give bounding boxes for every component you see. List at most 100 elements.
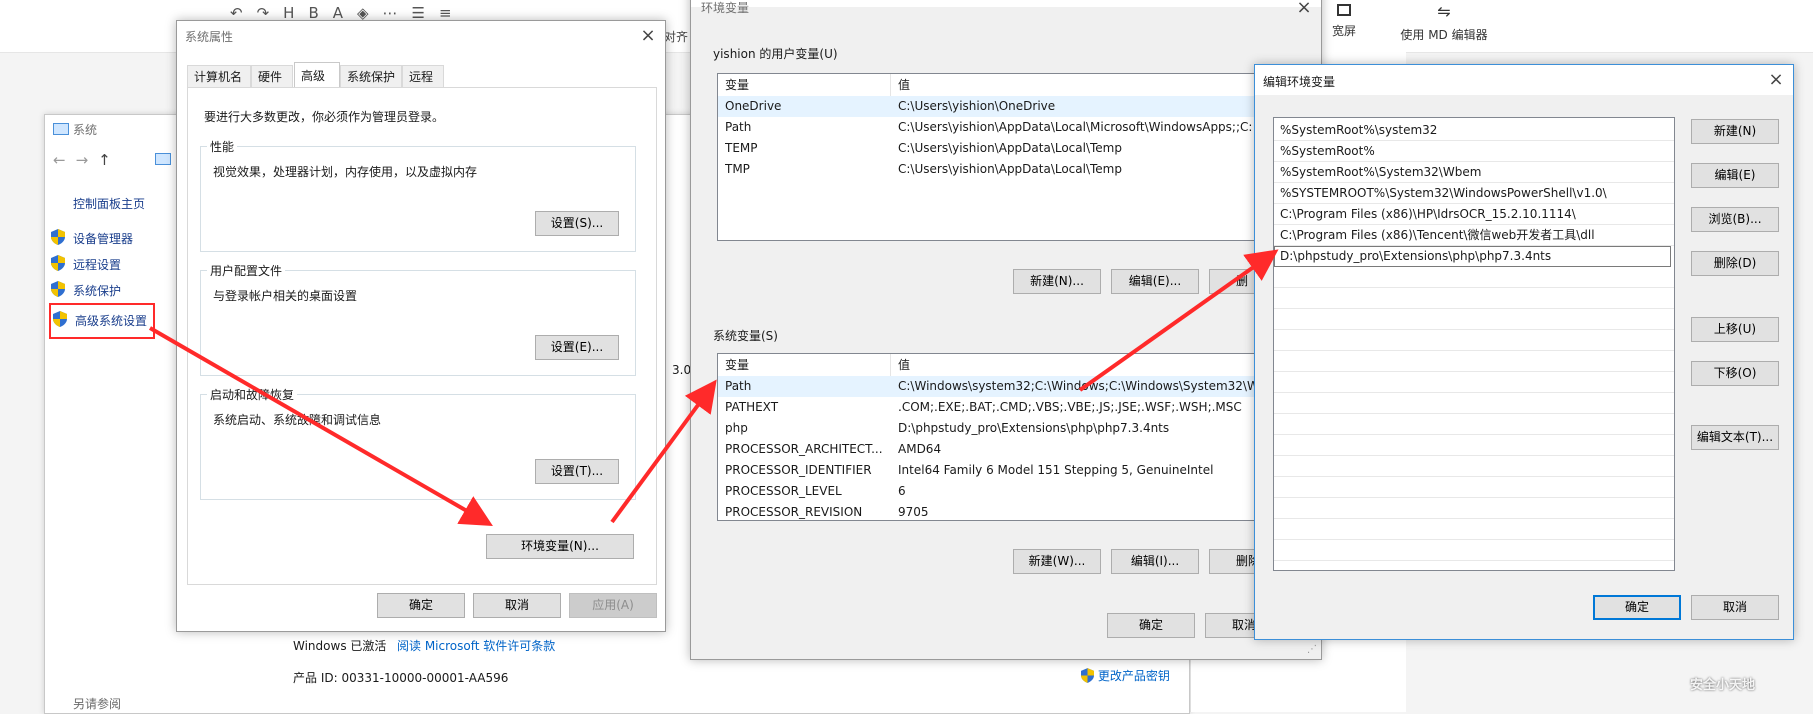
environment-variables-button[interactable]: 环境变量(N)...: [486, 534, 634, 559]
sysprops-ok-button[interactable]: 确定: [377, 593, 465, 618]
var-value: 9705: [898, 505, 929, 519]
user-vars-list[interactable]: 变量 值 OneDrive C:\Users\yishion\OneDrive …: [717, 73, 1297, 241]
var-value: D:\phpstudy_pro\Extensions\php\php7.3.4n…: [898, 421, 1170, 435]
var-name: PROCESSOR_REVISION: [725, 505, 863, 519]
system-vars-section-label: 系统变量(S): [713, 329, 778, 343]
list-item[interactable]: %SystemRoot%\System32\Wbem: [1274, 162, 1674, 183]
sidebar-item-advanced-settings[interactable]: 高级系统设置: [49, 303, 155, 339]
widescreen-button[interactable]: 宽屏: [1328, 4, 1360, 39]
tab-remote[interactable]: 远程: [402, 65, 444, 87]
startup-recovery-settings-button[interactable]: 设置(T)...: [535, 459, 619, 484]
envvars-titlebar: [691, 0, 1321, 7]
list-item[interactable]: %SystemRoot%: [1274, 141, 1674, 162]
column-separator[interactable]: [890, 74, 891, 96]
back-icon[interactable]: ←: [53, 151, 76, 169]
column-header-variable[interactable]: 变量: [725, 354, 749, 376]
table-row[interactable]: PATHEXT .COM;.EXE;.BAT;.CMD;.VBS;.VBE;.J…: [718, 397, 1296, 418]
editenv-titlebar: [1255, 65, 1793, 95]
resize-grip-icon[interactable]: ⋰: [1307, 644, 1317, 655]
editenv-ok-button[interactable]: 确定: [1593, 595, 1681, 620]
column-header-variable[interactable]: 变量: [725, 74, 749, 96]
table-row[interactable]: OneDrive C:\Users\yishion\OneDrive: [718, 96, 1296, 117]
sysprops-cancel-button[interactable]: 取消: [473, 593, 561, 618]
up-icon[interactable]: ↑: [98, 151, 121, 169]
forward-icon[interactable]: →: [76, 151, 99, 169]
path-delete-button[interactable]: 删除(D): [1691, 251, 1779, 276]
license-terms-link[interactable]: 阅读 Microsoft 软件许可条款: [397, 637, 555, 654]
var-name: TEMP: [725, 141, 758, 155]
table-row[interactable]: Path C:\Windows\system32;C:\Windows;C:\W…: [718, 376, 1296, 397]
tab-hardware[interactable]: 硬件: [251, 65, 293, 87]
path-edit-text-button[interactable]: 编辑文本(T)...: [1691, 425, 1779, 450]
path-browse-button[interactable]: 浏览(B)...: [1691, 207, 1779, 232]
envvars-close-button[interactable]: ×: [1293, 0, 1315, 19]
system-new-button[interactable]: 新建(W)...: [1013, 549, 1101, 574]
path-move-down-button[interactable]: 下移(O): [1691, 361, 1779, 386]
user-profiles-settings-button[interactable]: 设置(E)...: [535, 335, 619, 360]
system-vars-list[interactable]: 变量 值 Path C:\Windows\system32;C:\Windows…: [717, 353, 1297, 521]
control-panel-home-link[interactable]: 控制面板主页: [73, 195, 145, 212]
widescreen-icon: [1337, 4, 1351, 16]
performance-settings-button[interactable]: 设置(S)...: [535, 211, 619, 236]
column-header-value[interactable]: 值: [898, 354, 910, 376]
performance-desc: 视觉效果，处理器计划，内存使用，以及虚拟内存: [213, 165, 478, 179]
sysprops-title: 系统属性: [185, 30, 234, 44]
column-header-value[interactable]: 值: [898, 74, 910, 96]
system-edit-button[interactable]: 编辑(I)...: [1111, 549, 1199, 574]
list-item-editing[interactable]: D:\phpstudy_pro\Extensions\php\php7.3.4n…: [1274, 246, 1671, 267]
list-item[interactable]: %SystemRoot%\system32: [1274, 120, 1674, 141]
table-row[interactable]: PROCESSOR_REVISION 9705: [718, 502, 1296, 520]
table-row[interactable]: php D:\phpstudy_pro\Extensions\php\php7.…: [718, 418, 1296, 439]
md-editor-button[interactable]: ⇋ 使用 MD 编辑器: [1394, 4, 1494, 43]
tab-system-protection[interactable]: 系统保护: [340, 65, 402, 87]
list-item[interactable]: C:\Program Files (x86)\Tencent\微信web开发者工…: [1274, 225, 1674, 246]
table-row[interactable]: TMP C:\Users\yishion\AppData\Local\Temp: [718, 159, 1296, 180]
list-item[interactable]: %SYSTEMROOT%\System32\WindowsPowerShell\…: [1274, 183, 1674, 204]
tab-computer-name[interactable]: 计算机名: [187, 65, 251, 87]
user-vars-header: 变量 值: [718, 74, 1296, 97]
envvars-ok-button[interactable]: 确定: [1107, 613, 1195, 638]
path-edit-button[interactable]: 编辑(E): [1691, 163, 1779, 188]
sysprops-close-button[interactable]: ×: [637, 25, 659, 47]
column-separator[interactable]: [890, 354, 891, 376]
list-item[interactable]: C:\Program Files (x86)\HP\IdrsOCR_15.2.1…: [1274, 204, 1674, 225]
change-product-key-label: 更改产品密钥: [1097, 669, 1170, 683]
sysprops-apply-button[interactable]: 应用(A): [569, 593, 657, 618]
var-value: C:\Users\yishion\AppData\Local\Temp: [898, 141, 1122, 155]
user-edit-button[interactable]: 编辑(E)...: [1111, 269, 1199, 294]
nav-bar: ←→↑: [53, 151, 121, 169]
system-vars-header: 变量 值: [718, 354, 1296, 377]
table-row[interactable]: TEMP C:\Users\yishion\AppData\Local\Temp: [718, 138, 1296, 159]
see-also-label: 另请参阅: [73, 697, 122, 711]
activation-status: Windows 已激活: [293, 639, 387, 653]
shield-icon: [51, 229, 65, 245]
var-name: PATHEXT: [725, 400, 779, 414]
var-name: php: [725, 421, 748, 435]
edit-environment-variable-dialog: 编辑环境变量 × %SystemRoot%\system32 %SystemRo…: [1254, 64, 1794, 640]
table-row[interactable]: PROCESSOR_IDENTIFIER Intel64 Family 6 Mo…: [718, 460, 1296, 481]
var-name: Path: [725, 120, 752, 134]
environment-variables-dialog: 环境变量 × yishion 的用户变量(U) 变量 值 OneDrive C:…: [690, 0, 1322, 660]
user-new-button[interactable]: 新建(N)...: [1013, 269, 1101, 294]
shield-icon: [53, 311, 67, 327]
editenv-close-button[interactable]: ×: [1765, 69, 1787, 91]
var-value: AMD64: [898, 442, 942, 456]
md-editor-label: 使用 MD 编辑器: [1400, 28, 1488, 42]
table-row[interactable]: Path C:\Users\yishion\AppData\Local\Micr…: [718, 117, 1296, 138]
startup-recovery-group: 启动和故障恢复 系统启动、系统故障和调试信息 设置(T)...: [200, 386, 636, 500]
var-value: C:\Users\yishion\OneDrive: [898, 99, 1056, 113]
change-product-key-link[interactable]: 更改产品密钥: [1081, 667, 1170, 684]
startup-recovery-group-label: 启动和故障恢复: [207, 386, 298, 403]
editenv-cancel-button[interactable]: 取消: [1691, 595, 1779, 620]
table-row[interactable]: PROCESSOR_LEVEL 6: [718, 481, 1296, 502]
path-entries-list[interactable]: %SystemRoot%\system32 %SystemRoot% %Syst…: [1273, 117, 1675, 571]
path-move-up-button[interactable]: 上移(U): [1691, 317, 1779, 342]
table-row[interactable]: PROCESSOR_ARCHITECT... AMD64: [718, 439, 1296, 460]
shield-icon: [1081, 668, 1094, 683]
user-vars-section-label: yishion 的用户变量(U): [713, 47, 838, 61]
path-new-button[interactable]: 新建(N): [1691, 119, 1779, 144]
var-name: PROCESSOR_ARCHITECT...: [725, 442, 883, 456]
var-name: TMP: [725, 162, 750, 176]
tab-advanced[interactable]: 高级: [294, 62, 340, 88]
sidebar-item-label: 设备管理器: [73, 232, 134, 246]
